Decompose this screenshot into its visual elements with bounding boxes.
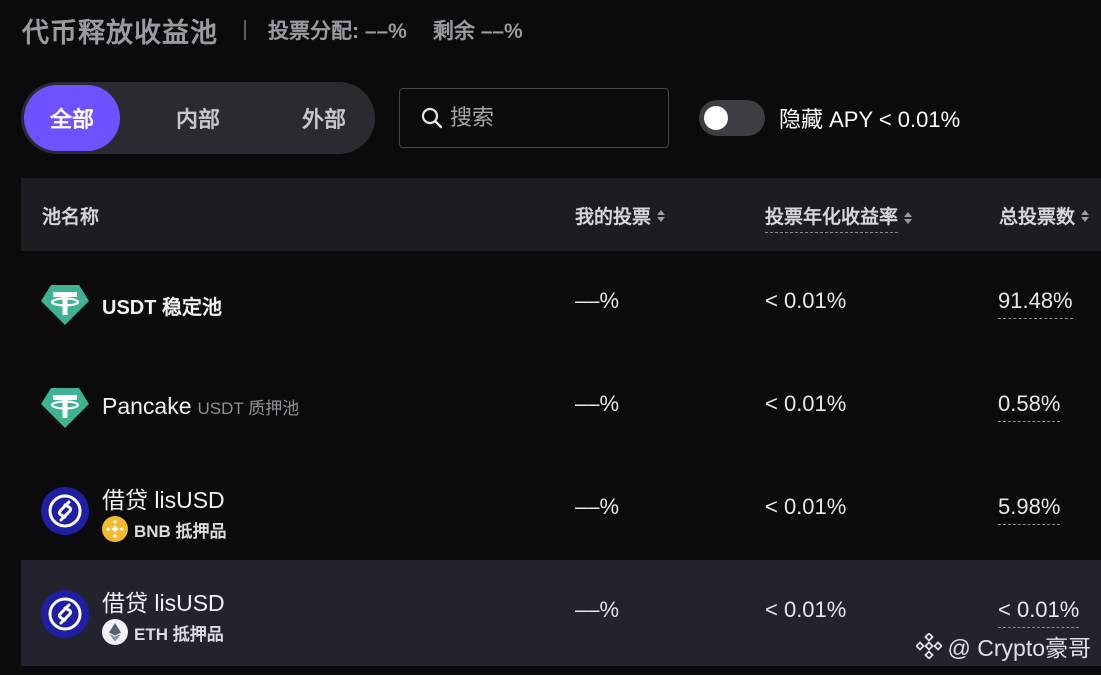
search-icon (421, 107, 443, 129)
tab-all[interactable]: 全部 (24, 85, 120, 151)
pool-name: Pancake USDT 质押池 (102, 393, 299, 420)
my-vote-value: ––% (575, 288, 620, 313)
collateral: BNB 抵押品 (102, 516, 227, 542)
pool-filter-tabs: 全部 内部 外部 (21, 82, 375, 154)
pool-name: USDT 稳定池 (102, 291, 222, 320)
hide-low-apy: 隐藏 APY < 0.01% (699, 100, 960, 136)
lista-icon (41, 590, 89, 638)
collateral-label: BNB 抵押品 (134, 521, 227, 541)
column-label: 我的投票 (575, 207, 652, 228)
my-vote-value: ––% (575, 494, 620, 519)
apy-value: < 0.01% (765, 391, 847, 416)
table-row[interactable]: 借贷 lisUSD BNB 抵押品 ––% < 0.01% 5.98% (21, 457, 1101, 560)
pool-name-text: 借贷 lisUSD (102, 590, 225, 616)
table-row[interactable]: USDT 稳定池 ––% < 0.01% 91.48% (21, 251, 1101, 354)
eth-icon (102, 619, 128, 645)
search-input[interactable] (450, 105, 650, 131)
hide-low-apy-label: 隐藏 APY < 0.01% (779, 107, 961, 132)
total-votes-value[interactable]: 0.58% (998, 391, 1061, 422)
pool-name-text: 借贷 lisUSD (102, 487, 225, 513)
column-total-votes[interactable]: 总投票数 (999, 202, 1090, 229)
my-vote-value: ––% (575, 597, 620, 622)
apy-value: < 0.01% (765, 494, 847, 519)
hide-low-apy-toggle[interactable] (699, 100, 765, 136)
pool-name: 借贷 lisUSD (102, 584, 225, 618)
pool-subtitle: USDT 质押池 (197, 399, 300, 418)
tether-icon (41, 285, 89, 325)
column-my-vote[interactable]: 我的投票 (575, 202, 666, 229)
tab-internal[interactable]: 内部 (150, 85, 246, 151)
column-label: 总投票数 (999, 207, 1076, 228)
divider (244, 20, 246, 40)
page-title: 代币释放收益池 (22, 17, 218, 48)
collateral-label: ETH 抵押品 (134, 624, 224, 644)
table-header: 池名称 我的投票 投票年化收益率 总投票数 (21, 178, 1101, 251)
total-votes-value[interactable]: < 0.01% (998, 597, 1080, 628)
search-box[interactable] (399, 88, 669, 148)
watermark: @ Crypto豪哥 (915, 629, 1091, 663)
page-header: 代币释放收益池 投票分配: ––% 剩余 ––% (22, 12, 523, 48)
pool-name-text: USDT 稳定池 (102, 297, 222, 319)
apy-value: < 0.01% (765, 288, 847, 313)
binance-square-icon (915, 633, 942, 659)
total-votes-value[interactable]: 5.98% (998, 494, 1061, 525)
lista-icon (41, 487, 89, 535)
apy-value: < 0.01% (765, 597, 847, 622)
table-row[interactable]: Pancake USDT 质押池 ––% < 0.01% 0.58% (21, 354, 1101, 457)
column-label: 投票年化收益率 (765, 202, 899, 233)
tether-icon (41, 388, 89, 428)
pool-table: 池名称 我的投票 投票年化收益率 总投票数 USDT 稳定池 ––% < 0.0… (21, 178, 1101, 666)
sort-icon (904, 211, 913, 224)
pool-name-text: Pancake (102, 393, 192, 419)
my-vote-value: ––% (575, 391, 620, 416)
column-label: 池名称 (42, 207, 100, 228)
collateral: ETH 抵押品 (102, 619, 224, 645)
toggle-knob (704, 106, 728, 130)
watermark-text: @ Crypto豪哥 (947, 635, 1091, 661)
sort-icon (1081, 209, 1090, 222)
pool-name: 借贷 lisUSD (102, 481, 225, 515)
total-votes-value[interactable]: 91.48% (998, 288, 1073, 319)
bnb-icon (102, 516, 128, 542)
column-vote-apy[interactable]: 投票年化收益率 (765, 202, 913, 233)
tab-external[interactable]: 外部 (276, 85, 372, 151)
sort-icon (657, 209, 666, 222)
column-pool-name: 池名称 (42, 202, 99, 229)
vote-remaining: 剩余 ––% (432, 20, 523, 43)
vote-allocation: 投票分配: ––% (268, 20, 407, 43)
